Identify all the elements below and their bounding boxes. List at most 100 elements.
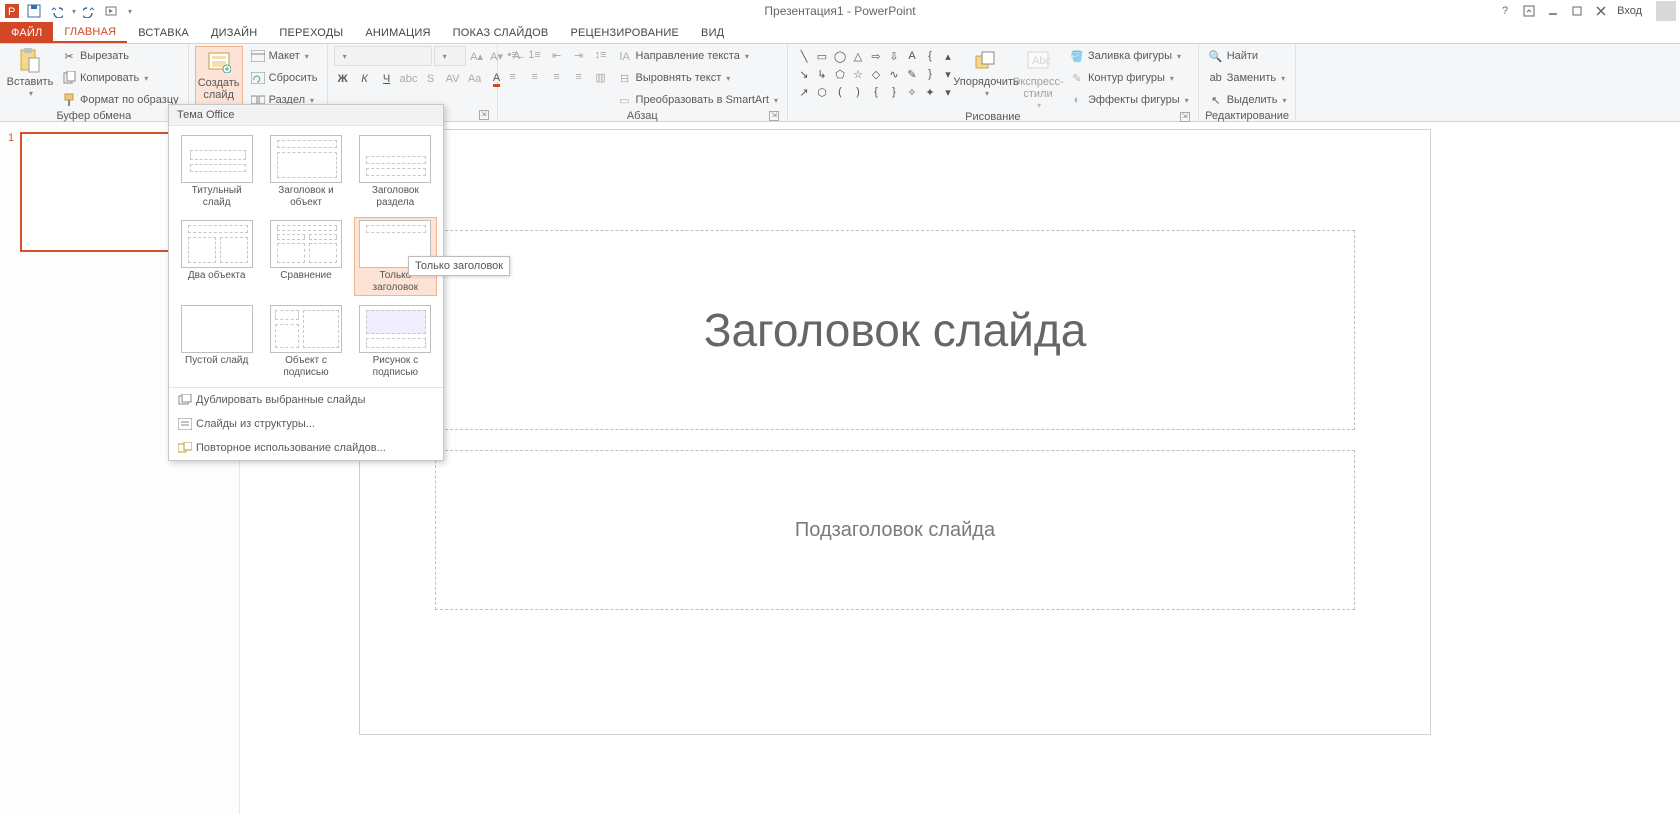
font-name-combo[interactable]: ▾ (334, 46, 432, 66)
reuse-slides-button[interactable]: Повторное использование слайдов... (169, 436, 443, 460)
duplicate-slides-button[interactable]: Дублировать выбранные слайды (169, 388, 443, 412)
format-painter-button[interactable]: Формат по образцу (58, 90, 182, 110)
reset-button[interactable]: Сбросить (247, 68, 321, 88)
dialog-launcher-icon[interactable]: ⇲ (479, 110, 489, 120)
replace-button[interactable]: abЗаменить▾ (1205, 68, 1290, 88)
layout-section-header[interactable]: Заголовок раздела (354, 132, 437, 211)
ribbon-display-icon[interactable] (1521, 3, 1537, 19)
shape-rect-icon[interactable]: ▭ (814, 48, 830, 64)
shape-text-icon[interactable]: A (904, 48, 920, 64)
tab-file[interactable]: ФАЙЛ (0, 22, 53, 43)
indent-dec-icon[interactable]: ⇤ (548, 46, 566, 64)
case-icon[interactable]: Aa (466, 70, 484, 88)
tab-home[interactable]: ГЛАВНАЯ (53, 22, 127, 43)
shape-outline-button[interactable]: ✎Контур фигуры▾ (1066, 68, 1192, 88)
shape-x8-icon[interactable]: ✦ (922, 84, 938, 100)
shape-line-icon[interactable]: ╲ (796, 48, 812, 64)
grow-font-icon[interactable]: A▴ (468, 47, 486, 65)
undo-dropdown-icon[interactable]: ▾ (72, 7, 76, 16)
tab-design[interactable]: ДИЗАЙН (200, 22, 268, 43)
shape-brace-icon[interactable]: { (922, 48, 938, 64)
shape-arrow-icon[interactable]: ⇨ (868, 48, 884, 64)
new-slide-button[interactable]: Создать слайд▾ (195, 46, 243, 113)
tab-insert[interactable]: ВСТАВКА (127, 22, 200, 43)
qat-customize-icon[interactable]: ▾ (128, 7, 132, 16)
line-spacing-icon[interactable]: ↕≡ (592, 46, 610, 64)
spacing-icon[interactable]: AV (444, 70, 462, 88)
tab-animations[interactable]: АНИМАЦИЯ (354, 22, 441, 43)
shape-x3-icon[interactable]: ( (832, 84, 848, 100)
slide-canvas[interactable]: Заголовок слайда Подзаголовок слайда (240, 122, 1680, 814)
shape-x5-icon[interactable]: { (868, 84, 884, 100)
shape-conn2-icon[interactable]: ↳ (814, 66, 830, 82)
maximize-icon[interactable] (1569, 3, 1585, 19)
columns-icon[interactable]: ▥ (592, 68, 610, 86)
align-left-icon[interactable]: ≡ (504, 68, 522, 86)
shape-brace2-icon[interactable]: } (922, 66, 938, 82)
font-size-combo[interactable]: ▾ (434, 46, 466, 66)
tab-view[interactable]: ВИД (690, 22, 735, 43)
numbering-icon[interactable]: 1≡ (526, 46, 544, 64)
title-placeholder[interactable]: Заголовок слайда (435, 230, 1355, 430)
layout-picture-caption[interactable]: Рисунок с подписью (354, 302, 437, 381)
shape-fill-button[interactable]: 🪣Заливка фигуры▾ (1066, 46, 1192, 66)
dialog-launcher-icon[interactable]: ⇲ (1180, 112, 1190, 122)
shape-free-icon[interactable]: ✎ (904, 66, 920, 82)
align-right-icon[interactable]: ≡ (548, 68, 566, 86)
tab-transitions[interactable]: ПЕРЕХОДЫ (268, 22, 354, 43)
avatar-icon[interactable] (1656, 1, 1676, 21)
align-text-button[interactable]: ⊟Выровнять текст▾ (614, 68, 781, 88)
shape-x7-icon[interactable]: ✧ (904, 84, 920, 100)
gallery-row-up-icon[interactable]: ▴ (940, 48, 956, 64)
bold-icon[interactable]: Ж (334, 70, 352, 88)
justify-icon[interactable]: ≡ (570, 68, 588, 86)
paste-button[interactable]: Вставить ▾ (6, 46, 54, 99)
slides-from-outline-button[interactable]: Слайды из структуры... (169, 412, 443, 436)
shape-curve-icon[interactable]: ∿ (886, 66, 902, 82)
shape-effects-button[interactable]: ◐Эффекты фигуры▾ (1066, 90, 1192, 110)
shape-triangle-icon[interactable]: △ (850, 48, 866, 64)
shape-conn-icon[interactable]: ↘ (796, 66, 812, 82)
layout-title-slide[interactable]: Титульный слайд (175, 132, 258, 211)
shapes-gallery[interactable]: ╲▭◯△⇨⇩A{▴ ↘↳⬠☆◇∿✎}▾ ↗⬡(){}✧✦▾ (794, 46, 958, 102)
start-from-beginning-icon[interactable] (104, 3, 120, 19)
dialog-launcher-icon[interactable]: ⇲ (769, 111, 779, 121)
minimize-icon[interactable] (1545, 3, 1561, 19)
shape-star-icon[interactable]: ☆ (850, 66, 866, 82)
save-icon[interactable] (26, 3, 42, 19)
select-button[interactable]: ↖Выделить▾ (1205, 90, 1290, 110)
shadow-icon[interactable]: S (422, 70, 440, 88)
shape-x4-icon[interactable]: ) (850, 84, 866, 100)
strike-icon[interactable]: abc (400, 70, 418, 88)
help-icon[interactable]: ? (1497, 3, 1513, 19)
find-button[interactable]: 🔍Найти (1205, 46, 1290, 66)
bullets-icon[interactable]: •≡ (504, 46, 522, 64)
layout-content-caption[interactable]: Объект с подписью (264, 302, 347, 381)
layout-button[interactable]: Макет▾ (247, 46, 321, 66)
copy-button[interactable]: Копировать▾ (58, 68, 182, 88)
layout-blank[interactable]: Пустой слайд (175, 302, 258, 381)
shape-pent-icon[interactable]: ⬠ (832, 66, 848, 82)
undo-icon[interactable] (48, 3, 64, 19)
arrange-button[interactable]: Упорядочить▾ (962, 46, 1010, 99)
quick-styles-button[interactable]: AbcЭкспресс-стили▾ (1014, 46, 1062, 111)
redo-icon[interactable] (82, 3, 98, 19)
layout-title-content[interactable]: Заголовок и объект (264, 132, 347, 211)
shape-arrow2-icon[interactable]: ⇩ (886, 48, 902, 64)
tab-slideshow[interactable]: ПОКАЗ СЛАЙДОВ (442, 22, 560, 43)
layout-comparison[interactable]: Сравнение (264, 217, 347, 296)
italic-icon[interactable]: К (356, 70, 374, 88)
indent-inc-icon[interactable]: ⇥ (570, 46, 588, 64)
cut-button[interactable]: ✂Вырезать (58, 46, 182, 66)
underline-icon[interactable]: Ч (378, 70, 396, 88)
shape-x1-icon[interactable]: ↗ (796, 84, 812, 100)
layout-two-content[interactable]: Два объекта (175, 217, 258, 296)
close-icon[interactable] (1593, 3, 1609, 19)
text-direction-button[interactable]: ⅠAНаправление текста▾ (614, 46, 781, 66)
tab-review[interactable]: РЕЦЕНЗИРОВАНИЕ (559, 22, 690, 43)
smartart-button[interactable]: ▭Преобразовать в SmartArt▾ (614, 90, 781, 110)
sign-in-link[interactable]: Вход (1617, 5, 1642, 17)
subtitle-placeholder[interactable]: Подзаголовок слайда (435, 450, 1355, 610)
shape-oval-icon[interactable]: ◯ (832, 48, 848, 64)
shape-x6-icon[interactable]: } (886, 84, 902, 100)
